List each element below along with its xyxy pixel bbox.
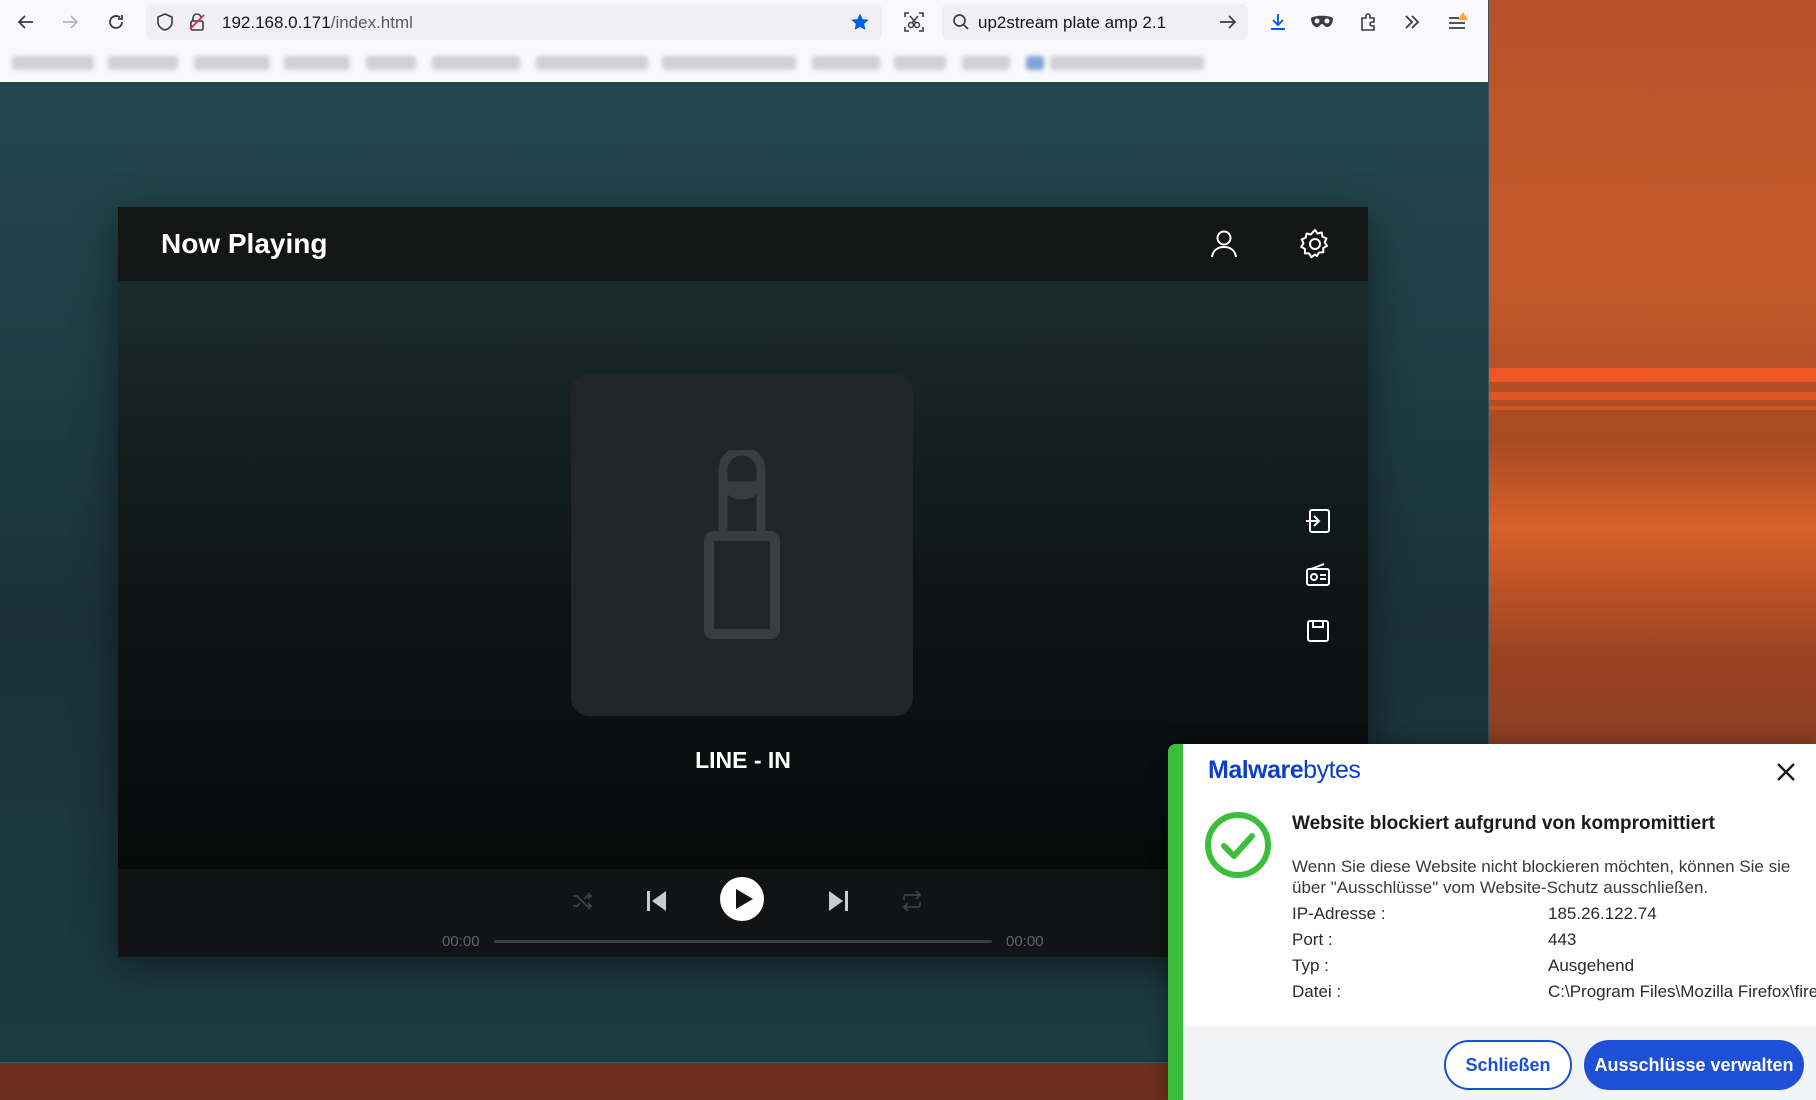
logo-text-bold: alware	[1228, 756, 1304, 784]
save-preset-icon[interactable]	[1304, 617, 1332, 645]
shuffle-icon	[573, 892, 593, 910]
audio-jack-icon	[704, 450, 780, 639]
url-bar[interactable]: 192.168.0.171/index.html	[146, 4, 882, 40]
notification-message: Wenn Sie diese Website nicht blockieren …	[1292, 857, 1791, 897]
bookmark-item[interactable]	[1026, 56, 1044, 70]
bookmark-item[interactable]	[536, 56, 648, 70]
bookmark-item[interactable]	[812, 56, 880, 70]
info-label-port: Port :	[1292, 930, 1333, 949]
downloads-button[interactable]	[1262, 6, 1294, 38]
play-button[interactable]	[720, 877, 764, 921]
back-button[interactable]	[10, 6, 42, 38]
info-label-type: Typ :	[1292, 956, 1329, 975]
bookmark-item[interactable]	[1050, 56, 1204, 70]
bookmark-item[interactable]	[662, 56, 796, 70]
bookmarks-toolbar	[0, 44, 1488, 82]
gear-icon[interactable]	[1298, 227, 1332, 261]
player-header: Now Playing	[118, 207, 1368, 281]
url-path: /index.html	[330, 13, 413, 32]
time-total: 00:00	[1006, 933, 1044, 950]
next-button[interactable]	[818, 881, 858, 921]
info-label-ip: IP-Adresse :	[1292, 904, 1386, 923]
bookmark-item[interactable]	[894, 56, 946, 70]
arrow-right-icon	[63, 15, 79, 29]
next-icon	[829, 891, 848, 911]
shuffle-button[interactable]	[562, 881, 602, 921]
info-value-type: Ausgehend	[1548, 956, 1635, 975]
desktop-wallpaper-stripe	[1488, 392, 1816, 400]
album-art	[571, 374, 913, 716]
bookmark-star-icon[interactable]	[850, 12, 870, 32]
input-source-icon[interactable]	[1304, 507, 1332, 535]
screenshot-icon	[904, 12, 924, 32]
notification-heading: Website blockiert aufgrund von kompromit…	[1292, 813, 1715, 834]
time-elapsed: 00:00	[442, 933, 480, 950]
url-host: 192.168.0.171	[222, 13, 331, 32]
download-icon	[1271, 14, 1285, 30]
mask-icon	[1311, 15, 1333, 27]
screenshot-button[interactable]	[898, 6, 930, 38]
arrow-left-icon	[17, 15, 33, 29]
close-button[interactable]: Schließen	[1444, 1040, 1572, 1090]
search-input[interactable]: up2stream plate amp 2.1	[978, 13, 1166, 33]
notification-accent-bar	[1168, 744, 1183, 1100]
overflow-button[interactable]	[1396, 6, 1428, 38]
private-mask-button[interactable]	[1306, 6, 1338, 38]
progress-slider[interactable]	[494, 940, 992, 943]
radio-icon[interactable]	[1304, 561, 1332, 589]
info-label-file: Datei :	[1292, 982, 1342, 1001]
logo-mark: M	[1208, 756, 1229, 784]
info-value-file: C:\Program Files\Mozilla Firefox\firefox…	[1548, 982, 1816, 1001]
extensions-button[interactable]	[1352, 6, 1384, 38]
bookmark-item[interactable]	[366, 56, 416, 70]
bookmark-item[interactable]	[962, 56, 1010, 70]
reload-icon	[109, 15, 123, 29]
bookmark-item[interactable]	[108, 56, 178, 70]
double-chevron-icon	[1405, 15, 1420, 29]
insecure-lock-icon[interactable]	[188, 13, 206, 31]
logo-text: bytes	[1303, 756, 1361, 784]
repeat-button[interactable]	[892, 881, 932, 921]
puzzle-icon	[1361, 13, 1375, 31]
previous-button[interactable]	[637, 881, 677, 921]
go-arrow-icon[interactable]	[1218, 13, 1238, 31]
shield-icon[interactable]	[156, 13, 174, 31]
reload-button[interactable]	[100, 6, 132, 38]
menu-button[interactable]	[1442, 6, 1474, 38]
info-value-ip: 185.26.122.74	[1548, 904, 1657, 923]
user-icon[interactable]	[1207, 227, 1241, 261]
search-bar[interactable]: up2stream plate amp 2.1	[942, 4, 1248, 40]
search-icon	[953, 14, 969, 30]
bookmark-item[interactable]	[284, 56, 350, 70]
repeat-icon	[902, 890, 922, 912]
bookmark-item[interactable]	[432, 56, 520, 70]
page-title: Now Playing	[161, 228, 328, 259]
desktop-wallpaper	[1488, 368, 1816, 382]
browser-toolbar: 192.168.0.171/index.html up2stream plate…	[0, 0, 1488, 44]
check-circle-icon	[1205, 812, 1271, 878]
info-value-port: 443	[1548, 930, 1577, 949]
bookmark-item[interactable]	[12, 56, 94, 70]
previous-icon	[647, 891, 666, 911]
hamburger-alert-icon	[1449, 12, 1468, 29]
desktop-wallpaper-stripe	[1488, 406, 1816, 410]
bookmark-item[interactable]	[194, 56, 270, 70]
forward-button[interactable]	[54, 6, 86, 38]
malwarebytes-logo: Malwarebytes	[1208, 756, 1361, 785]
manage-exclusions-button[interactable]: Ausschlüsse verwalten	[1584, 1040, 1804, 1090]
url-text[interactable]: 192.168.0.171/index.html	[222, 13, 413, 33]
play-icon	[736, 889, 753, 909]
malwarebytes-notification: Malwarebytes Website blockiert aufgrund …	[1168, 744, 1816, 1100]
close-icon[interactable]	[1774, 760, 1798, 784]
